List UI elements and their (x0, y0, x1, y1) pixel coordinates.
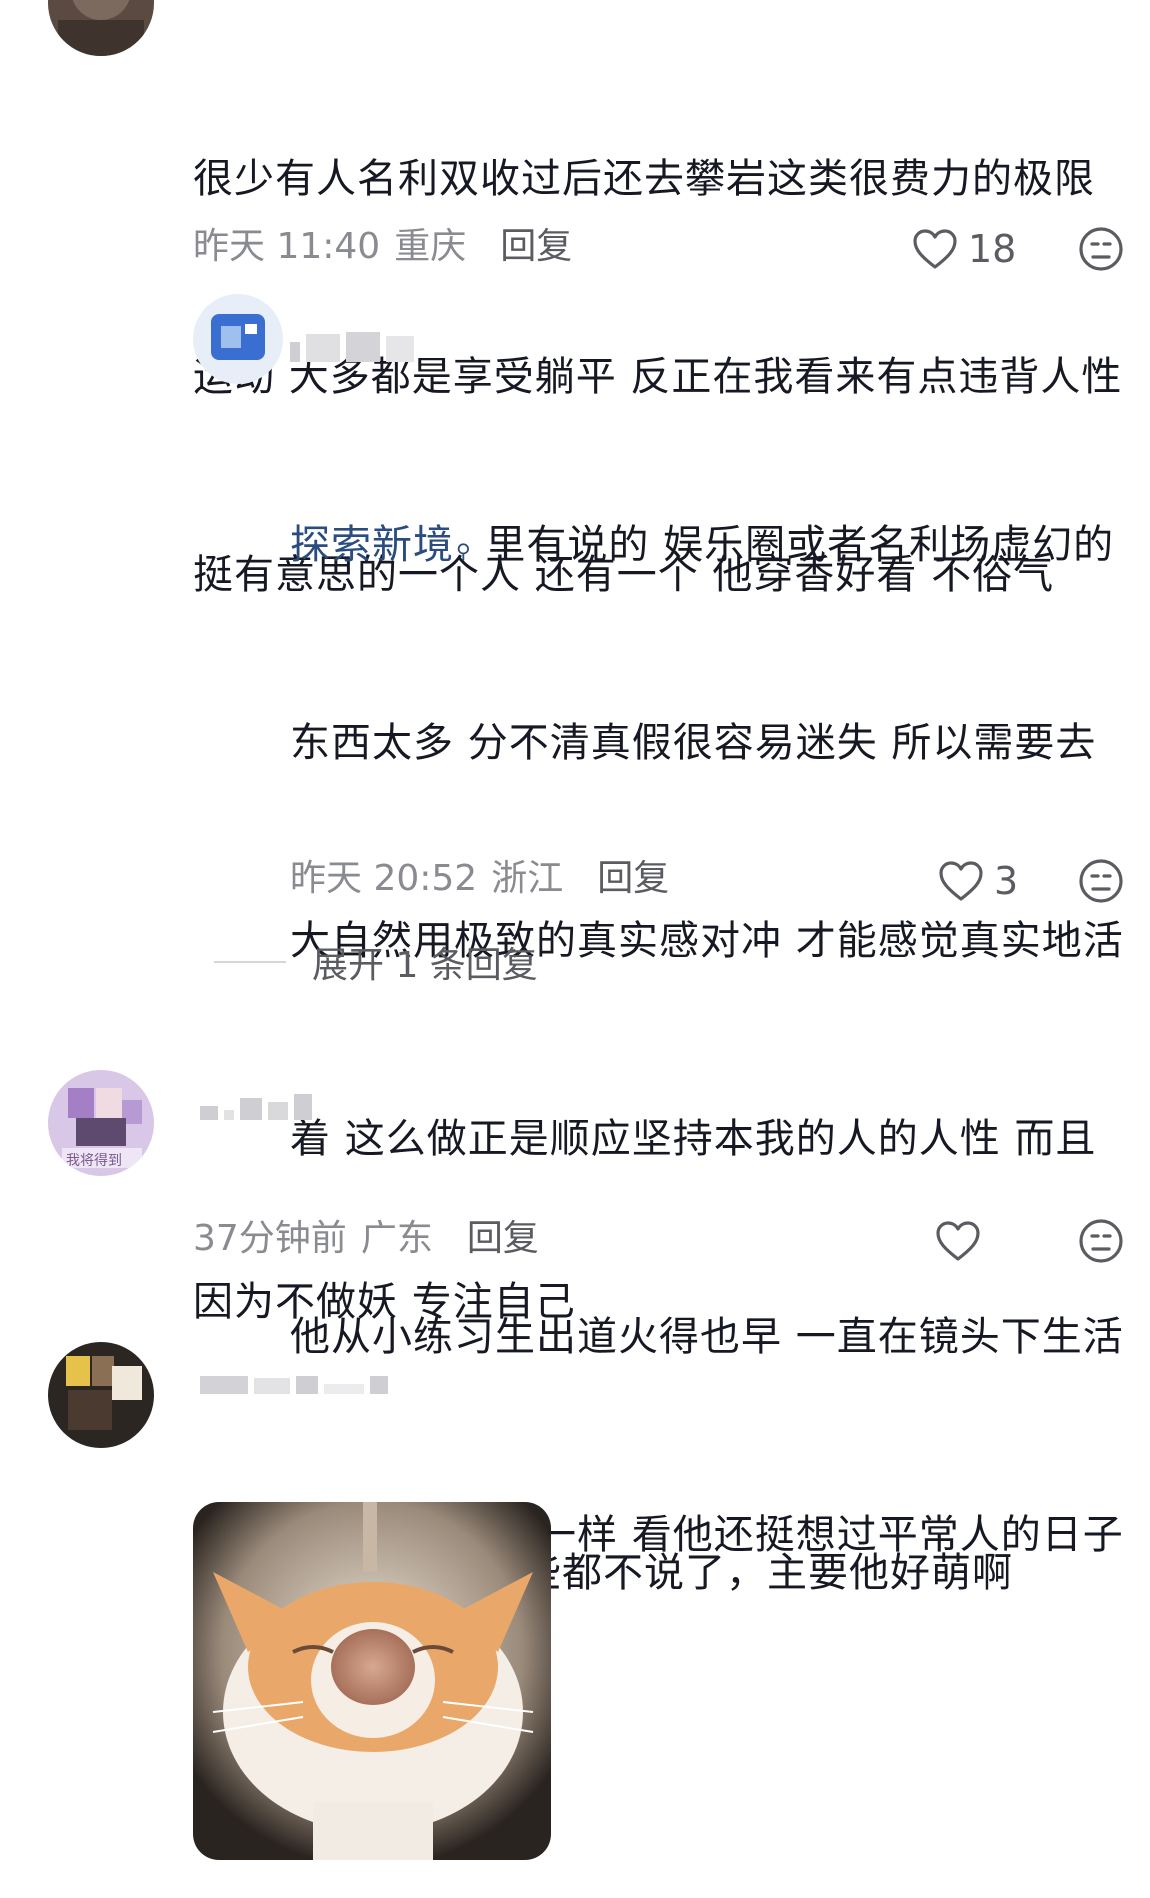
timestamp: 昨天 20:52 (290, 858, 478, 899)
like-button[interactable]: 3 (938, 856, 1018, 906)
avatar[interactable]: 我将得到 (48, 1070, 154, 1176)
cat-selfie-photo[interactable] (193, 1502, 551, 1860)
heart-outline-icon (936, 1221, 980, 1261)
like-button[interactable]: 18 (912, 224, 1016, 274)
location: 重庆 (394, 226, 467, 267)
heart-outline-icon (939, 861, 983, 901)
like-count: 3 (994, 859, 1019, 903)
timestamp: 37分钟前 (193, 1218, 347, 1259)
search-icon: ⚲ (456, 539, 472, 563)
reply-button[interactable]: 回复 (500, 222, 572, 272)
comment-meta: 昨天 20:52 浙江 回复 (290, 854, 669, 904)
heart-outline-icon (913, 229, 957, 269)
like-button[interactable] (935, 1216, 981, 1266)
mention-link[interactable]: 探索新境 ⚲ (290, 522, 472, 568)
location: 浙江 (491, 858, 564, 899)
expand-replies-button[interactable]: 展开 1 条回复 (214, 936, 538, 988)
timestamp: 昨天 11:40 (193, 226, 381, 267)
username-blurred (290, 328, 414, 362)
avatar[interactable] (193, 294, 283, 384)
location: 广东 (360, 1218, 433, 1259)
username-blurred (200, 1360, 388, 1394)
reply-button[interactable]: 回复 (597, 854, 669, 904)
unamused-face-icon[interactable] (1078, 1218, 1124, 1264)
avatar-caption: 我将得到 (66, 1153, 122, 1169)
avatar[interactable] (48, 0, 154, 56)
comment-meta: 37分钟前 广东 回复 (193, 1214, 539, 1264)
avatar[interactable] (48, 1342, 154, 1448)
unamused-face-icon[interactable] (1078, 226, 1124, 272)
reply-button[interactable]: 回复 (467, 1214, 539, 1264)
username-blurred (200, 1086, 312, 1120)
comment-meta: 昨天 11:40 重庆 回复 (193, 222, 572, 272)
unamused-face-icon[interactable] (1078, 858, 1124, 904)
divider (214, 961, 286, 963)
like-count: 18 (968, 227, 1017, 271)
expand-replies-label: 展开 1 条回复 (312, 945, 538, 986)
